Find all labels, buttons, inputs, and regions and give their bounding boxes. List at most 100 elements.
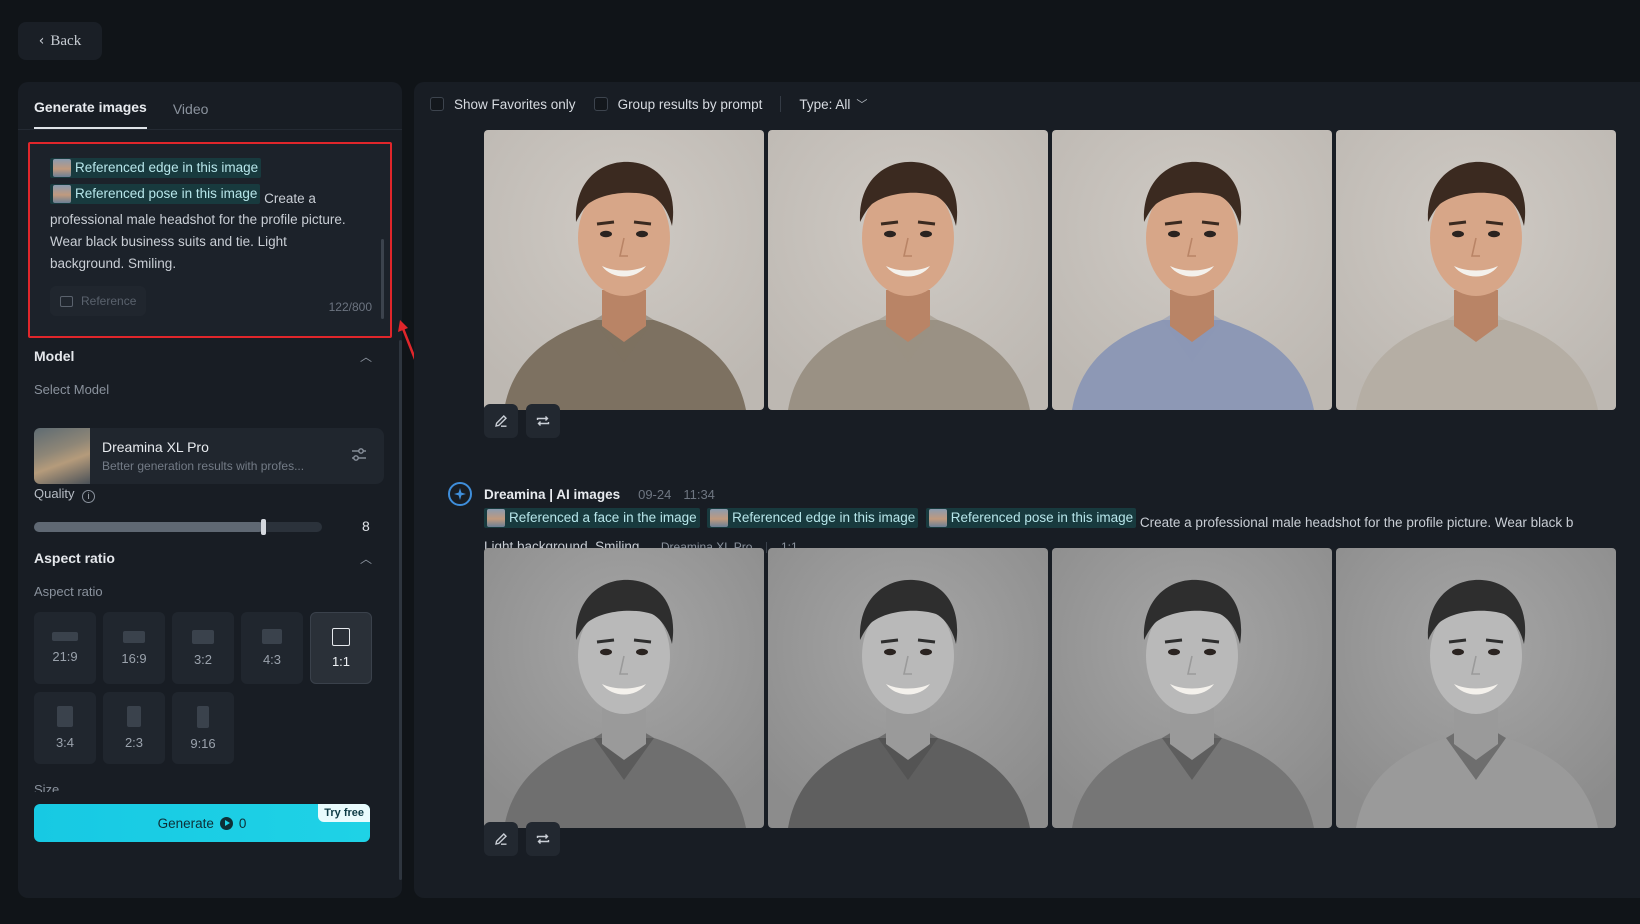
group-label: Group results by prompt — [617, 96, 763, 112]
chevron-up-icon[interactable]: ︿ — [360, 348, 372, 365]
reference-thumbnail — [487, 509, 505, 527]
aspect-option-21-9[interactable]: 21:9 — [34, 612, 96, 684]
favorites-label: Show Favorites only — [454, 96, 576, 112]
aspect-option-label: 3:2 — [193, 651, 213, 667]
aspect-shape-icon — [57, 706, 73, 727]
aspect-section-title: Aspect ratio — [34, 550, 115, 566]
aspect-option-3-4[interactable]: 3:4 — [34, 692, 96, 764]
type-dropdown[interactable]: Type: All ﹀ — [799, 96, 867, 112]
result-image[interactable] — [1052, 130, 1332, 410]
result-image[interactable] — [484, 130, 764, 410]
regenerate-button[interactable] — [526, 822, 560, 856]
quality-label: Quality i — [34, 486, 96, 503]
model-section-title: Model — [34, 348, 75, 364]
aspect-option-9-16[interactable]: 9:16 — [172, 692, 234, 764]
char-counter: 122/800 — [328, 300, 372, 314]
pencil-icon — [495, 415, 507, 427]
aspect-option-16-9[interactable]: 16:9 — [103, 612, 165, 684]
prompt-scrollbar[interactable] — [381, 239, 384, 319]
aspect-option-label: 2:3 — [124, 735, 144, 750]
aspect-option-label: 3:4 — [55, 735, 75, 750]
size-label: Size — [34, 782, 60, 792]
group-checkbox[interactable] — [593, 97, 608, 111]
select-model-label: Select Model — [34, 382, 110, 397]
tab-video[interactable]: Video — [173, 101, 209, 129]
back-label: Back — [50, 32, 82, 49]
prompt-chip-edge[interactable]: Referenced edge in this image — [50, 158, 262, 178]
chip-label: Referenced edge in this image — [75, 160, 259, 175]
info-icon[interactable]: i — [82, 490, 96, 503]
quality-slider[interactable] — [34, 519, 322, 535]
result-image[interactable] — [1336, 548, 1616, 828]
aspect-shape-icon — [262, 629, 282, 644]
back-button[interactable]: ‹ Back — [18, 22, 102, 60]
favorites-checkbox[interactable] — [430, 97, 444, 111]
results-panel: Show Favorites only Group results by pro… — [414, 82, 1640, 898]
result-images-row-1 — [484, 130, 1616, 410]
aspect-option-label: 1:1 — [331, 653, 351, 669]
reference-thumbnail — [710, 509, 729, 527]
panel-scrollbar[interactable] — [399, 340, 402, 880]
chevron-up-icon[interactable]: ︿ — [360, 550, 372, 567]
image-icon — [60, 295, 73, 307]
chevron-left-icon: ‹ — [38, 33, 45, 49]
generate-label: Generate — [157, 815, 214, 831]
reference-thumbnail — [928, 509, 947, 527]
result-actions-2 — [484, 822, 560, 856]
reference-thumbnail — [53, 159, 71, 177]
quality-value: 8 — [362, 518, 370, 534]
prompt-chip-face[interactable]: Referenced a face in the image — [484, 508, 700, 528]
result-image[interactable] — [768, 548, 1048, 828]
results-filters: Show Favorites only Group results by pro… — [414, 82, 1640, 126]
aspect-option-4-3[interactable]: 4:3 — [241, 612, 303, 684]
prompt-text: professional male headshot for the profi… — [50, 212, 346, 271]
repeat-icon — [536, 834, 550, 844]
reference-button[interactable]: Reference — [50, 286, 147, 316]
aspect-option-3-2[interactable]: 3:2 — [172, 612, 234, 684]
model-description: Better generation results with profes... — [102, 459, 305, 473]
result-image[interactable] — [484, 548, 764, 828]
aspect-shape-icon — [192, 629, 214, 644]
regenerate-button[interactable] — [526, 404, 560, 438]
result-image[interactable] — [1052, 548, 1332, 828]
reference-thumbnail — [53, 185, 71, 203]
prompt-chip-edge[interactable]: Referenced edge in this image — [707, 508, 919, 528]
pencil-icon — [495, 833, 507, 845]
edit-prompt-button[interactable] — [484, 404, 518, 438]
dreamina-logo-icon — [448, 482, 472, 506]
aspect-option-label: 9:16 — [190, 735, 216, 751]
prompt-chip-pose[interactable]: Referenced pose in this image — [925, 508, 1137, 528]
chip-label: Referenced edge in this image — [732, 510, 916, 525]
prompt-text-inline: Create a — [264, 191, 316, 206]
tab-generate-images[interactable]: Generate images — [34, 99, 147, 129]
result-image[interactable] — [768, 130, 1048, 410]
try-free-badge: Try free — [318, 804, 370, 822]
model-selector[interactable]: Dreamina XL Pro Better generation result… — [34, 428, 384, 484]
chip-label: Referenced pose in this image — [950, 510, 1134, 525]
group-filter[interactable]: Group results by prompt — [593, 96, 763, 112]
aspect-option-2-3[interactable]: 2:3 — [103, 692, 165, 764]
aspect-option-label: 16:9 — [121, 650, 147, 666]
aspect-shape-icon — [123, 630, 145, 643]
quality-slider-handle[interactable] — [261, 519, 267, 535]
chevron-down-icon: ﹀ — [856, 99, 868, 111]
result-actions-1 — [484, 404, 560, 438]
aspect-shape-icon — [332, 627, 350, 646]
prompt-input[interactable]: Referenced edge in this image Referenced… — [28, 142, 392, 338]
aspect-shape-icon — [197, 705, 209, 728]
favorites-filter[interactable]: Show Favorites only — [430, 97, 576, 112]
settings-sliders-icon[interactable] — [350, 446, 368, 464]
edit-prompt-button[interactable] — [484, 822, 518, 856]
result-image[interactable] — [1336, 130, 1616, 410]
type-label: Type: All — [799, 96, 851, 112]
generation-date: 09-24 — [638, 486, 672, 502]
prompt-chip-pose[interactable]: Referenced pose in this image — [50, 184, 261, 204]
generation-header: Dreamina | AI images 09-24 11:34 — [448, 482, 715, 506]
aspect-shape-icon — [52, 632, 78, 641]
generation-panel: Generate images Video Referenced edge in… — [18, 82, 402, 898]
aspect-option-1-1[interactable]: 1:1 — [310, 612, 372, 684]
quality-slider-fill — [34, 522, 265, 532]
chip-label: Referenced pose in this image — [75, 186, 258, 201]
generate-button[interactable]: Generate 0 Try free — [34, 804, 370, 842]
aspect-shape-icon — [127, 706, 141, 727]
